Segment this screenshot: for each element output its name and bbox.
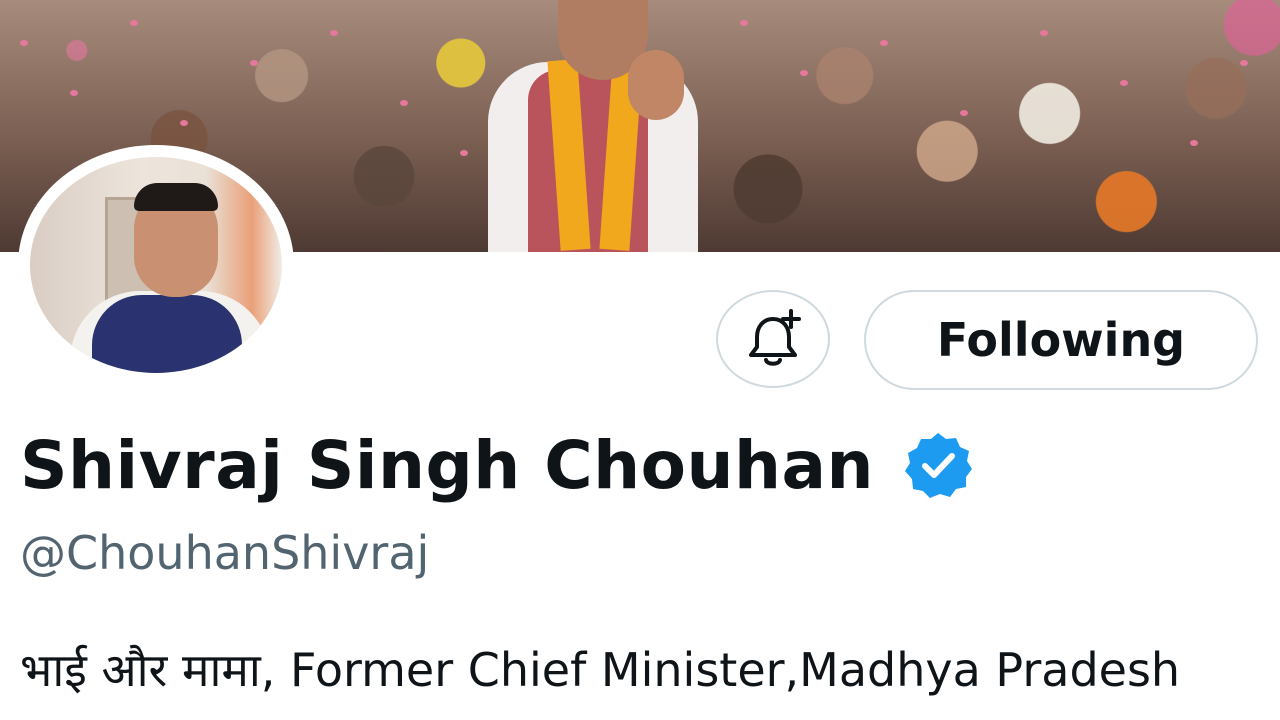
profile-bio: भाई और मामा, Former Chief Minister,Madhy… [20, 643, 1181, 697]
profile-handle: @ChouhanShivraj [20, 526, 430, 580]
name-row: Shivraj Singh Chouhan [20, 420, 974, 510]
notifications-button[interactable] [716, 290, 830, 388]
banner-leader-figure [488, 0, 718, 252]
profile-page: Following Shivraj Singh Chouhan @Chouhan… [0, 0, 1280, 720]
verified-badge-icon[interactable] [902, 429, 974, 501]
bell-plus-icon [749, 309, 801, 366]
following-button[interactable]: Following [864, 290, 1258, 390]
avatar[interactable] [18, 145, 294, 385]
display-name: Shivraj Singh Chouhan [20, 426, 874, 504]
